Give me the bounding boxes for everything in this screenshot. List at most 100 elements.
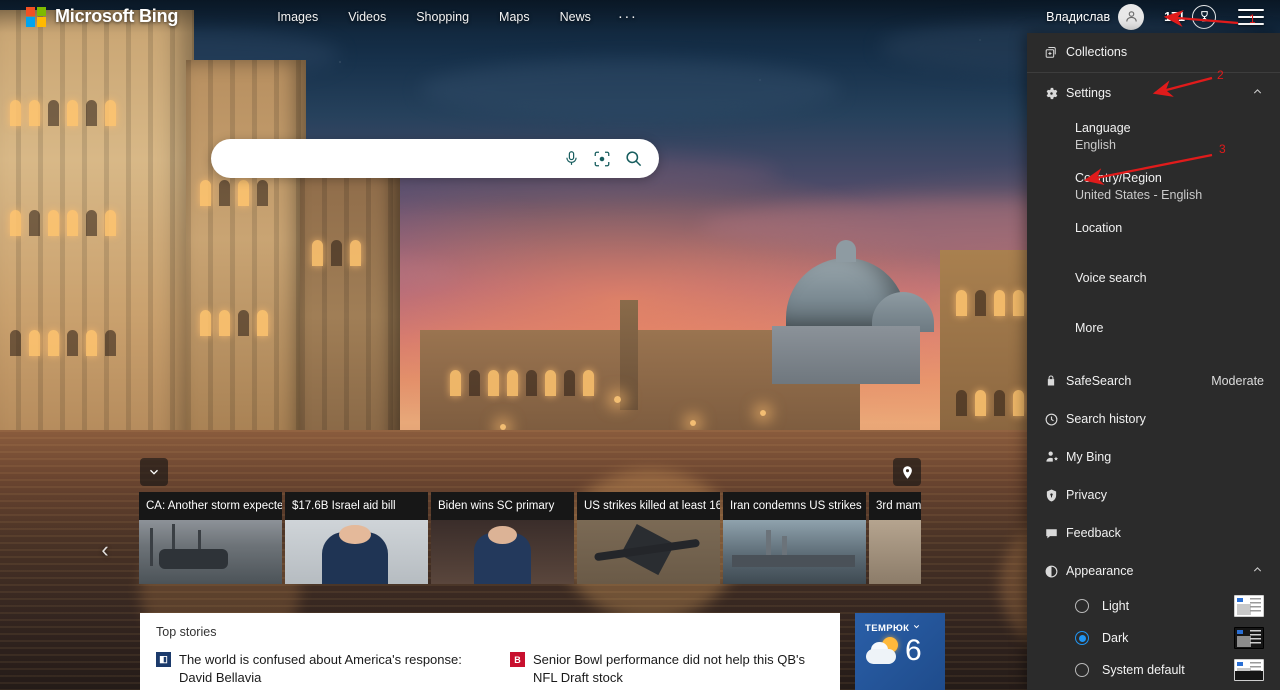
expand-info-button[interactable]	[140, 458, 168, 486]
news-card-thumbnail	[869, 520, 921, 584]
shield-icon	[1044, 488, 1066, 503]
nav-link-images[interactable]: Images	[262, 6, 333, 28]
news-card[interactable]: 3rd mamm	[869, 492, 921, 584]
theme-option-system-default[interactable]: System default	[1027, 654, 1280, 686]
flyout-label-appearance: Appearance	[1066, 564, 1134, 578]
flyout-item-search-history[interactable]: Search history	[1027, 400, 1280, 438]
window-row	[10, 100, 116, 126]
top-story-item[interactable]: B Senior Bowl performance did not help t…	[510, 651, 824, 688]
location-title: Location	[1075, 221, 1123, 235]
language-value: English	[1075, 138, 1116, 152]
top-story-text: Senior Bowl performance did not help thi…	[533, 652, 806, 686]
safesearch-value: Moderate	[1211, 374, 1264, 388]
news-card-thumbnail	[723, 520, 866, 584]
flyout-label-feedback: Feedback	[1066, 526, 1121, 540]
news-card[interactable]: $17.6B Israel aid bill	[285, 492, 428, 584]
flyout-item-collections[interactable]: Collections	[1027, 33, 1280, 71]
window-row	[200, 310, 268, 336]
visual-search-icon[interactable]	[593, 150, 611, 168]
chevron-up-icon[interactable]	[1251, 563, 1264, 579]
clock-icon	[1044, 412, 1066, 427]
search-input[interactable]	[211, 150, 563, 167]
top-stories-panel: Top stories ◧ The world is confused abou…	[140, 613, 840, 690]
flyout-item-voice-search[interactable]: Voice search	[1027, 262, 1280, 312]
flyout-label-my-bing: My Bing	[1066, 450, 1112, 464]
nav-link-news[interactable]: News	[545, 6, 606, 28]
search-box[interactable]	[211, 139, 659, 178]
carousel-prev-button[interactable]: ‹	[92, 520, 118, 580]
theme-option-dark[interactable]: Dark	[1027, 622, 1280, 654]
chevron-down-icon[interactable]	[912, 622, 921, 634]
settings-flyout-panel: Collections Settings Language English Co…	[1027, 33, 1280, 690]
flyout-label-settings: Settings	[1066, 86, 1112, 100]
weather-temperature: 6	[905, 634, 922, 667]
news-card-thumbnail	[285, 520, 428, 584]
theme-label-light: Light	[1102, 599, 1130, 613]
window-row	[10, 330, 116, 356]
news-card-title: CA: Another storm expecte...	[139, 492, 282, 520]
source-logo-icon: B	[510, 652, 525, 667]
flyout-item-safesearch[interactable]: SafeSearch Moderate	[1027, 362, 1280, 400]
nav-link-maps[interactable]: Maps	[484, 6, 545, 28]
theme-option-light[interactable]: Light	[1027, 590, 1280, 622]
flyout-item-feedback[interactable]: Feedback	[1027, 514, 1280, 552]
news-card[interactable]: Biden wins SC primary	[431, 492, 574, 584]
theme-preview-system-default[interactable]	[1234, 659, 1264, 681]
bing-homepage: Microsoft Bing Images Videos Shopping Ma…	[0, 0, 1280, 690]
news-card-title: $17.6B Israel aid bill	[285, 492, 428, 520]
microsoft-logo-icon	[26, 6, 46, 27]
flyout-item-privacy[interactable]: Privacy	[1027, 476, 1280, 514]
flyout-item-personalize-feed[interactable]: Personalize your feed	[1027, 686, 1280, 690]
more-options-icon[interactable]: ···	[606, 8, 650, 25]
news-card[interactable]: CA: Another storm expecte...	[139, 492, 282, 584]
window-row	[450, 370, 594, 396]
theme-preview-light[interactable]	[1234, 595, 1264, 617]
flyout-label-privacy: Privacy	[1066, 488, 1107, 502]
country-region-value: United States - English	[1075, 188, 1203, 202]
speech-bubble-icon	[1044, 526, 1066, 541]
bing-logo[interactable]: Microsoft Bing	[26, 6, 178, 27]
flyout-item-settings[interactable]: Settings	[1027, 74, 1280, 112]
weather-location-row[interactable]: ТЕМРЮК	[865, 622, 945, 634]
rewards-trophy-icon[interactable]	[1192, 4, 1216, 29]
radio-system-default[interactable]	[1075, 663, 1089, 677]
avatar[interactable]	[1118, 3, 1145, 30]
news-card[interactable]: Iran condemns US strikes	[723, 492, 866, 584]
top-story-text: The world is confused about America's re…	[179, 652, 462, 686]
city-light	[614, 396, 621, 403]
brand-text: Microsoft Bing	[55, 6, 179, 26]
microphone-icon[interactable]	[563, 150, 580, 167]
top-story-item[interactable]: ◧ The world is confused about America's …	[156, 651, 470, 688]
chevron-up-icon[interactable]	[1251, 85, 1264, 101]
weather-widget[interactable]: ТЕМРЮК 6	[855, 613, 945, 690]
news-card[interactable]: US strikes killed at least 16	[577, 492, 720, 584]
city-light	[760, 410, 766, 416]
flyout-label-safesearch: SafeSearch	[1066, 374, 1132, 388]
nav-link-videos[interactable]: Videos	[333, 6, 401, 28]
flyout-item-my-bing[interactable]: My Bing	[1027, 438, 1280, 476]
contrast-icon	[1044, 564, 1066, 579]
lock-icon	[1044, 374, 1066, 388]
flyout-item-appearance[interactable]: Appearance	[1027, 552, 1280, 590]
location-spacer	[1075, 235, 1264, 262]
search-icon[interactable]	[624, 149, 643, 168]
window-row	[956, 290, 1024, 316]
theme-preview-dark[interactable]	[1234, 627, 1264, 649]
weather-readout: 6	[865, 636, 945, 666]
flyout-item-language[interactable]: Language English	[1027, 112, 1280, 162]
top-right-area: Владислав 171	[1046, 3, 1280, 30]
nav-link-shopping[interactable]: Shopping	[401, 6, 484, 28]
top-navigation-bar: Microsoft Bing Images Videos Shopping Ma…	[0, 0, 1280, 33]
flyout-item-country-region[interactable]: Country/Region United States - English	[1027, 162, 1280, 212]
radio-light[interactable]	[1075, 599, 1089, 613]
rewards-area[interactable]: 171	[1164, 4, 1216, 29]
collections-icon	[1044, 45, 1066, 60]
source-logo-icon: ◧	[156, 652, 171, 667]
flyout-item-location[interactable]: Location	[1027, 212, 1280, 262]
location-pin-button[interactable]	[893, 458, 921, 486]
news-card-title: Biden wins SC primary	[431, 492, 574, 520]
more-title: More	[1075, 321, 1104, 335]
flyout-item-more[interactable]: More	[1027, 312, 1280, 362]
radio-dark[interactable]	[1075, 631, 1089, 645]
news-carousel: CA: Another storm expecte... $17.6B Isra…	[139, 492, 921, 584]
